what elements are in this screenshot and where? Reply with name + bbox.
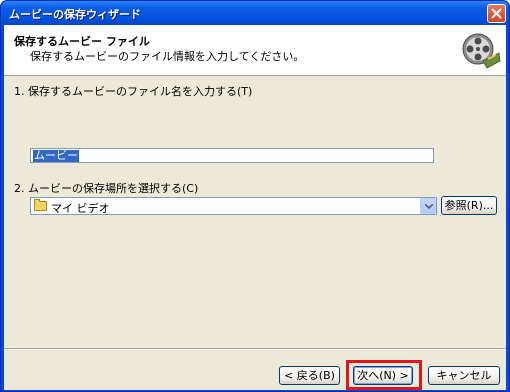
cancel-button[interactable]: キャンセル (428, 366, 500, 385)
browse-button[interactable]: 参照(R)... (441, 196, 497, 215)
close-icon (491, 8, 502, 19)
next-button-highlight (346, 360, 422, 390)
file-name-value: ムービー (33, 149, 79, 162)
title-bar[interactable]: ムービーの保存ウィザード (1, 1, 509, 25)
dialog-body: 保存するムービー ファイル 保存するムービーのファイル情報を入力してください。 … (4, 25, 506, 390)
window-title: ムービーの保存ウィザード (9, 8, 141, 21)
header-subtitle: 保存するムービーのファイル情報を入力してください。 (30, 50, 305, 63)
file-name-label: 1. 保存するムービーのファイル名を入力する(T) (14, 85, 253, 98)
wizard-window: ムービーの保存ウィザード 保存するムービー ファイル 保存するムービーのファイル… (0, 0, 510, 392)
header-title: 保存するムービー ファイル (14, 35, 150, 48)
chevron-down-icon (425, 204, 433, 209)
location-value: マイ ビデオ (51, 202, 110, 215)
wizard-header: 保存するムービー ファイル 保存するムービーのファイル情報を入力してください。 (4, 25, 506, 76)
location-label: 2. ムービーの保存場所を選択する(C) (14, 182, 199, 195)
dropdown-button[interactable] (420, 198, 436, 214)
folder-icon (34, 199, 47, 211)
location-combobox[interactable]: マイ ビデオ (30, 197, 437, 215)
footer-divider (4, 348, 506, 350)
wizard-content: 1. 保存するムービーのファイル名を入力する(T) ムービー 2. ムービーの保… (4, 76, 506, 338)
file-name-input[interactable]: ムービー (30, 148, 434, 163)
film-reel-icon (462, 33, 501, 69)
back-button[interactable]: < 戻る(B) (279, 366, 340, 385)
close-button[interactable] (487, 4, 506, 23)
